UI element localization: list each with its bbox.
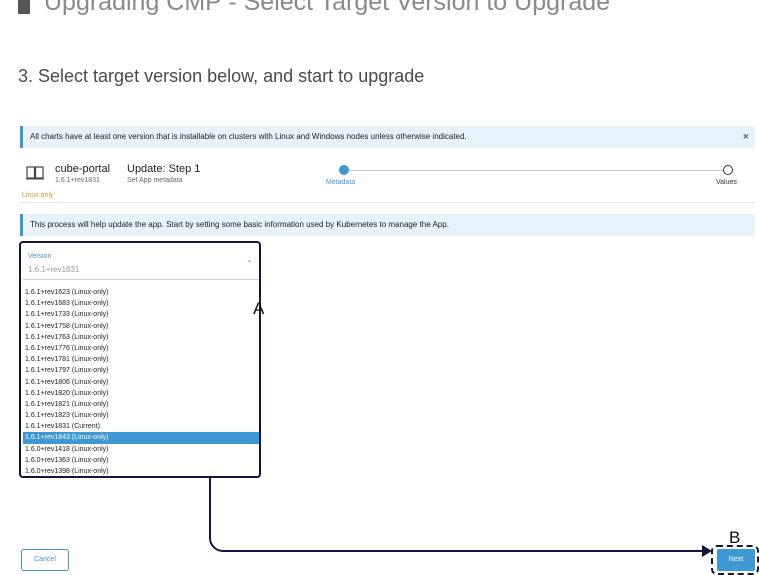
app-name: cube-portal bbox=[55, 163, 111, 175]
divider bbox=[20, 202, 755, 203]
version-field-label: Version bbox=[28, 253, 52, 260]
app-version: 1.6.1+rev1831 bbox=[55, 177, 100, 184]
close-icon[interactable]: × bbox=[743, 126, 749, 148]
title-bullet bbox=[18, 0, 30, 14]
annotation-connector-curve bbox=[209, 532, 223, 552]
step-values-dot[interactable] bbox=[723, 165, 733, 175]
version-option[interactable]: 1.6.1+rev1763 (Linux-only) bbox=[23, 332, 259, 343]
book-icon bbox=[26, 166, 44, 180]
version-option[interactable]: 1.6.1+rev1781 (Linux-only) bbox=[23, 354, 259, 365]
version-option[interactable]: 1.6.1+rev1821 (Linux-only) bbox=[23, 399, 259, 410]
version-option[interactable]: 1.6.0+rev1418 (Linux-only) bbox=[23, 444, 259, 455]
step-metadata-label[interactable]: Metadata bbox=[326, 179, 355, 186]
chevron-up-icon[interactable]: ⌃ bbox=[246, 259, 253, 268]
step-metadata-dot[interactable] bbox=[339, 165, 349, 175]
version-option[interactable]: 1.6.1+rev1806 (Linux-only) bbox=[23, 377, 259, 388]
os-badge: Linux only bbox=[22, 192, 54, 199]
version-option[interactable]: 1.6.0+rev1398 (Linux-only) bbox=[23, 466, 259, 476]
version-option[interactable]: 1.6.1+rev1820 (Linux-only) bbox=[23, 388, 259, 399]
compatibility-banner-text: All charts have at least one version tha… bbox=[30, 132, 467, 141]
annotation-marker-a: A bbox=[253, 299, 265, 318]
version-option[interactable]: 1.6.1+rev1776 (Linux-only) bbox=[23, 343, 259, 354]
step-heading: 3. Select target version below, and star… bbox=[18, 66, 425, 86]
version-option[interactable]: 1.6.1+rev1831 (Current) bbox=[23, 421, 259, 432]
version-option[interactable]: 1.6.1+rev1823 (Linux-only) bbox=[23, 410, 259, 421]
version-option[interactable]: 1.6.1+rev1623 (Linux-only) bbox=[23, 287, 259, 298]
compatibility-banner: All charts have at least one version tha… bbox=[20, 126, 755, 148]
update-subtitle: Set App metadata bbox=[127, 177, 183, 184]
info-banner: This process will help update the app. S… bbox=[20, 214, 755, 236]
version-select-field[interactable]: Version 1.6.1+rev1831 ⌃ bbox=[23, 245, 259, 280]
update-title: Update: Step 1 bbox=[127, 163, 201, 175]
version-option[interactable]: 1.6.1+rev1733 (Linux-only) bbox=[23, 309, 259, 320]
document-title: Upgrading CMP - Select Target Version to… bbox=[18, 0, 758, 18]
annotation-connector-vertical bbox=[209, 478, 211, 533]
version-option[interactable]: 1.6.1+rev1797 (Linux-only) bbox=[23, 365, 259, 376]
step-values-label[interactable]: Values bbox=[716, 179, 737, 186]
version-option[interactable]: 1.6.1+rev1843 (Linux-only) bbox=[23, 432, 259, 444]
app-header: cube-portal 1.6.1+rev1831 Linux only Upd… bbox=[22, 160, 754, 202]
stepper-track bbox=[344, 170, 729, 171]
version-dropdown[interactable]: Version 1.6.1+rev1831 ⌃ 1.6.1+rev1623 (L… bbox=[19, 241, 261, 478]
version-option[interactable]: 1.6.1+rev1758 (Linux-only) bbox=[23, 321, 259, 332]
version-options-list: 1.6.1+rev1623 (Linux-only) 1.6.1+rev1683 … bbox=[23, 287, 259, 476]
version-option[interactable]: 1.6.0+rev1363 (Linux-only) bbox=[23, 455, 259, 466]
annotation-connector-horizontal bbox=[222, 550, 708, 552]
version-field-value[interactable]: 1.6.1+rev1831 bbox=[28, 265, 79, 274]
document-title-text: Upgrading CMP - Select Target Version to… bbox=[44, 0, 611, 16]
info-banner-text: This process will help update the app. S… bbox=[30, 220, 449, 229]
version-option[interactable]: 1.6.1+rev1683 (Linux-only) bbox=[23, 298, 259, 309]
